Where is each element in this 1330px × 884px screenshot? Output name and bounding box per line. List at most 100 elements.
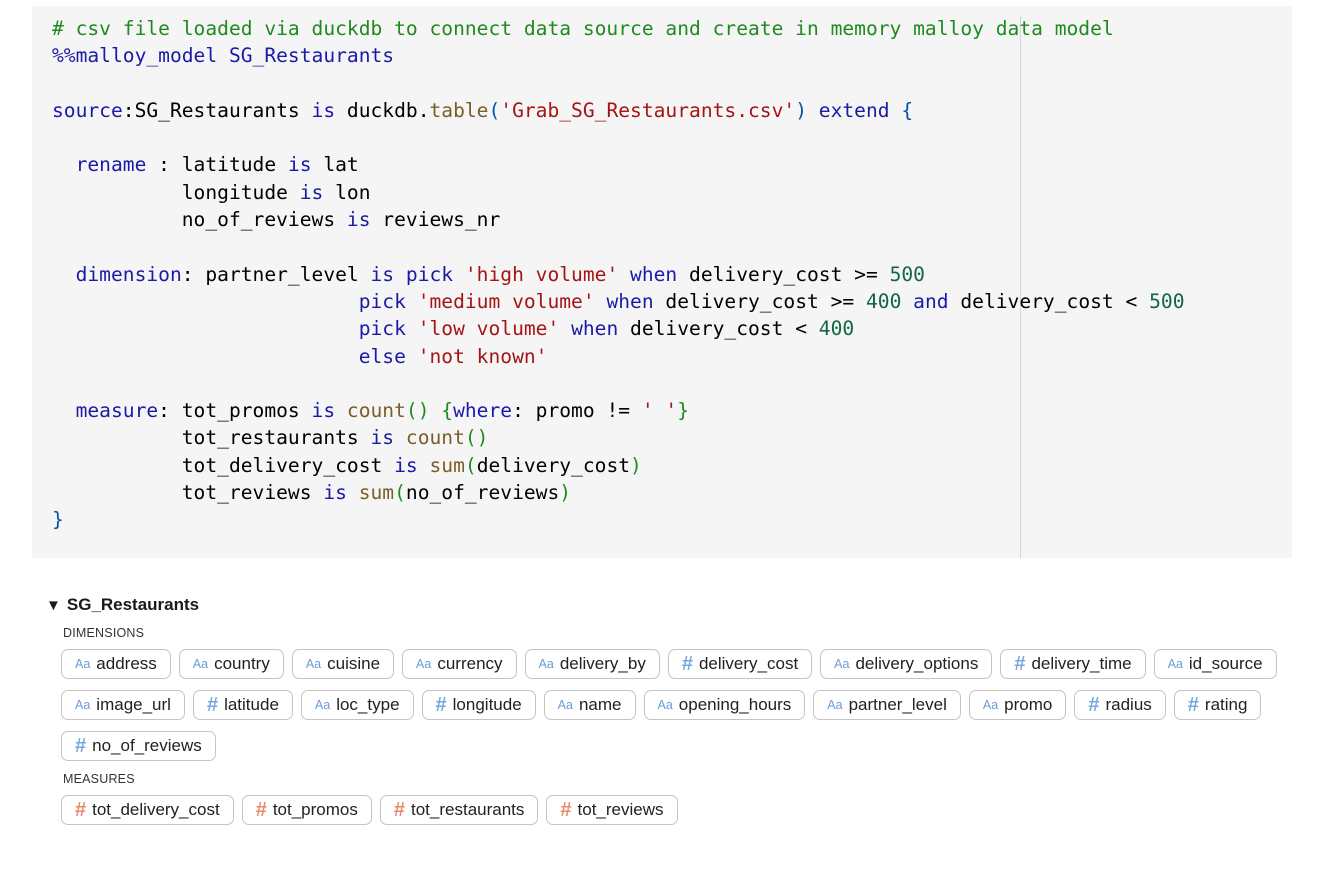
code-token: {	[441, 399, 454, 423]
string-type-icon: Aa	[314, 698, 331, 712]
number-type-icon: #	[75, 799, 87, 821]
measure-chip-tot-delivery-cost[interactable]: # tot_delivery_cost	[61, 795, 234, 825]
number-type-icon: #	[1014, 653, 1026, 675]
code-token: delivery_cost >=	[653, 289, 866, 313]
code-token: tot_restaurants	[52, 426, 371, 450]
field-name: country	[214, 654, 270, 673]
measure-chip-tot-reviews[interactable]: # tot_reviews	[546, 795, 678, 825]
field-name: delivery_options	[855, 654, 979, 673]
string-type-icon: Aa	[834, 657, 850, 671]
field-name: latitude	[224, 695, 279, 714]
code-token: )	[795, 98, 807, 122]
code-token: where	[453, 399, 513, 423]
code-line: no_of_reviews is reviews_nr	[52, 208, 501, 231]
field-name: delivery_time	[1031, 654, 1132, 673]
dimension-chip-radius[interactable]: # radius	[1074, 690, 1166, 720]
code-line: # csv file loaded via duckdb to connect …	[52, 17, 1114, 40]
dimension-chip-country[interactable]: Aa country	[178, 649, 284, 679]
dimension-chip-latitude[interactable]: # latitude	[192, 690, 293, 720]
number-type-icon: #	[206, 694, 219, 716]
code-editor[interactable]: # csv file loaded via duckdb to connect …	[52, 15, 1185, 534]
code-token: ()	[464, 426, 489, 450]
code-token: and	[913, 289, 949, 313]
code-token: is	[394, 453, 418, 477]
measures-list: # tot_delivery_cost # tot_promos # tot_restau…	[61, 795, 1301, 825]
dimension-chip-partner-level[interactable]: Aa partner_level	[813, 690, 961, 720]
dimension-chip-currency[interactable]: Aa currency	[402, 649, 517, 679]
code-token: when	[606, 289, 654, 313]
field-name: no_of_reviews	[92, 736, 202, 755]
code-line: tot_reviews is sum(no_of_reviews)	[52, 481, 571, 504]
dimension-chip-image-url[interactable]: Aa image_url	[61, 690, 185, 720]
dimension-chip-address[interactable]: Aa address	[61, 649, 171, 679]
number-type-icon: #	[75, 735, 87, 757]
code-token: 'low volume'	[417, 317, 560, 341]
string-type-icon: Aa	[827, 698, 843, 712]
dimension-chip-delivery-by[interactable]: Aa delivery_by	[524, 649, 660, 679]
code-token: }	[52, 508, 64, 532]
code-cell[interactable]: # csv file loaded via duckdb to connect …	[32, 6, 1292, 558]
code-token: extend	[818, 98, 890, 122]
code-token: 'not known'	[417, 344, 548, 368]
field-name: tot_delivery_cost	[92, 800, 220, 819]
dimension-chip-opening-hours[interactable]: Aa opening_hours	[643, 690, 806, 720]
measure-chip-tot-promos[interactable]: # tot_promos	[241, 795, 372, 825]
field-name: opening_hours	[678, 695, 792, 714]
code-token: duckdb.	[335, 98, 430, 122]
dimension-chip-delivery-time[interactable]: # delivery_time	[1000, 649, 1146, 679]
code-line: tot_restaurants is count()	[52, 426, 489, 450]
code-token: 400	[865, 289, 902, 313]
field-name: delivery_cost	[698, 654, 799, 673]
dimension-chip-delivery-cost[interactable]: # delivery_cost	[667, 649, 813, 679]
number-type-icon: #	[435, 694, 447, 716]
number-type-icon: #	[681, 653, 693, 675]
code-line: else 'not known'	[52, 344, 548, 368]
dimension-chip-longitude[interactable]: # longitude	[421, 690, 536, 720]
dimension-chip-delivery-options[interactable]: Aa delivery_options	[820, 649, 993, 679]
string-type-icon: Aa	[1167, 657, 1183, 671]
code-token: delivery_cost >=	[677, 262, 890, 286]
code-token: delivery_cost	[476, 453, 631, 477]
field-name: tot_restaurants	[411, 800, 525, 819]
dimension-chip-cuisine[interactable]: Aa cuisine	[291, 649, 395, 679]
dimension-chip-id-source[interactable]: Aa id_source	[1153, 649, 1277, 679]
code-token: ()	[405, 399, 430, 423]
field-name: radius	[1105, 695, 1152, 714]
code-token: measure	[75, 399, 159, 423]
code-line: %%malloy_model SG_Restaurants	[52, 44, 394, 67]
number-type-icon: #	[1187, 694, 1199, 716]
code-token: delivery_cost <	[618, 317, 819, 341]
dimension-chip-rating[interactable]: # rating	[1173, 690, 1262, 720]
string-type-icon: Aa	[75, 657, 91, 671]
field-name: rating	[1204, 695, 1248, 714]
code-token: :SG_Restaurants	[122, 98, 312, 122]
code-token: pick	[358, 317, 406, 341]
code-token: (	[488, 98, 501, 122]
dimension-chip-loc-type[interactable]: Aa loc_type	[300, 690, 414, 720]
code-token: is	[287, 153, 312, 177]
field-name: tot_reviews	[577, 800, 664, 819]
code-token: 'high volume'	[464, 262, 619, 286]
code-token: (	[464, 453, 477, 477]
dimension-chip-no-of-reviews[interactable]: # no_of_reviews	[61, 731, 216, 761]
source-toggle[interactable]: ▼ SG_Restaurants	[46, 594, 1306, 616]
code-token: source	[52, 98, 123, 122]
code-line: pick 'low volume' when delivery_cost < 4…	[52, 317, 854, 340]
dimension-chip-name[interactable]: Aa name	[543, 690, 636, 720]
number-type-icon: #	[1088, 694, 1100, 716]
triangle-down-icon[interactable]: ▼	[46, 597, 61, 614]
code-token: is	[311, 98, 336, 122]
measure-chip-tot-restaurants[interactable]: # tot_restaurants	[379, 795, 539, 825]
field-name: promo	[1004, 695, 1053, 714]
dimension-chip-promo[interactable]: Aa promo	[968, 690, 1067, 720]
code-token: sum	[429, 453, 465, 477]
